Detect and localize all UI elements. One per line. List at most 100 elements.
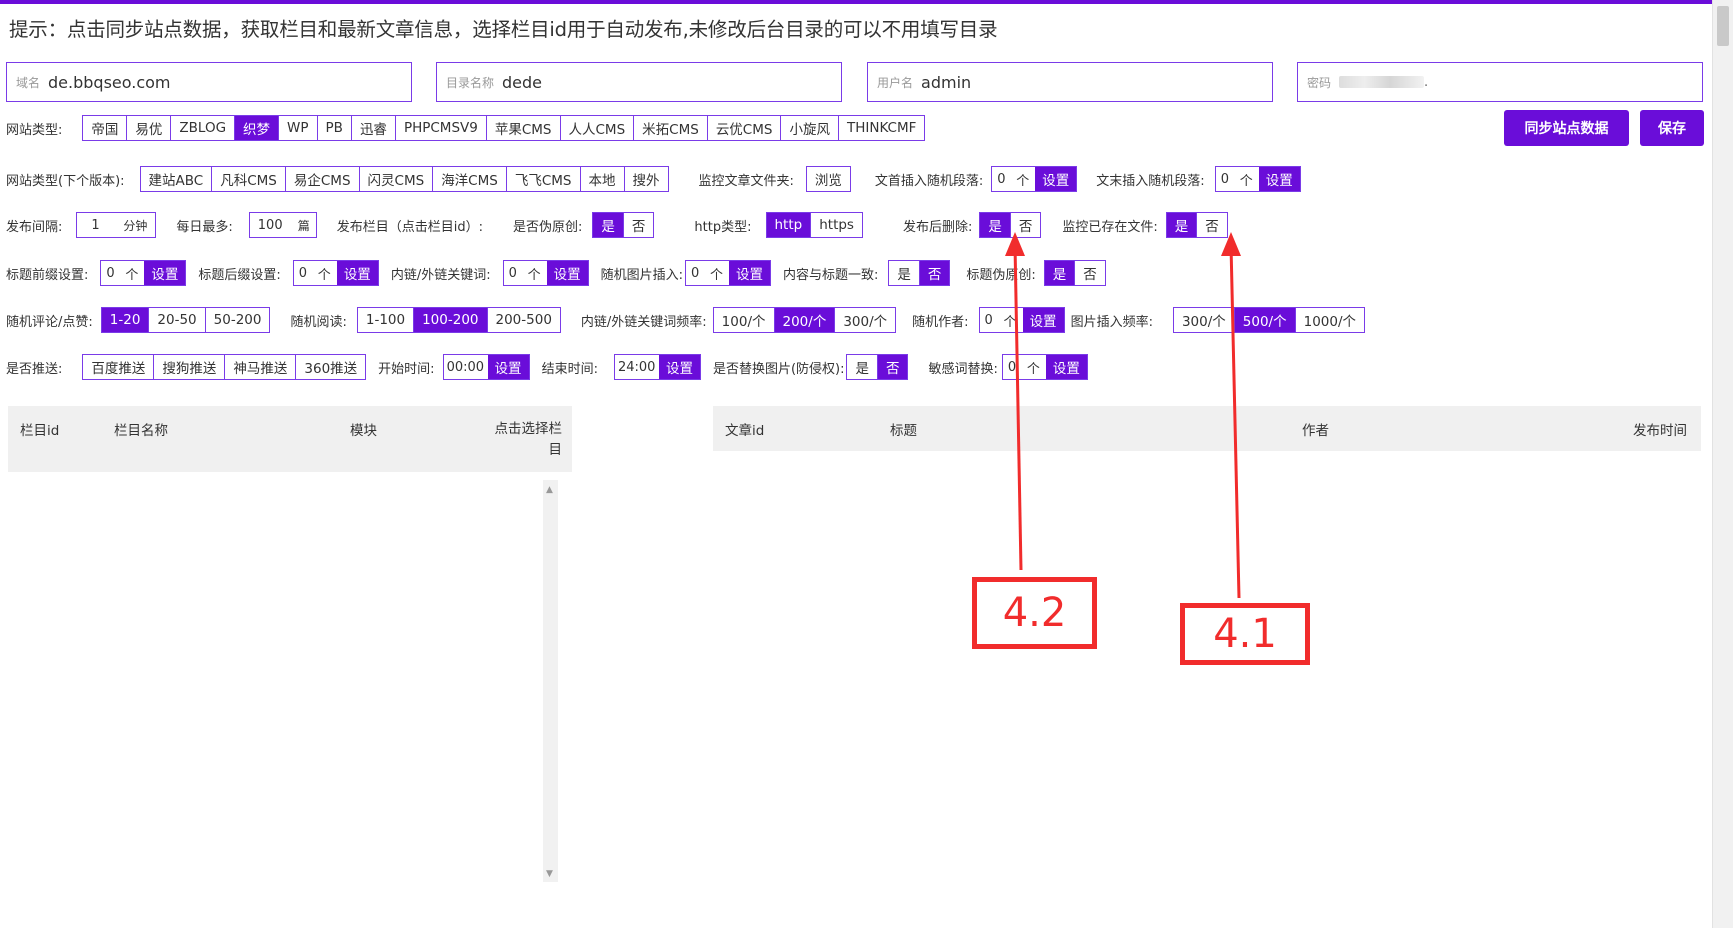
tail-insert-value[interactable]: 0	[1216, 172, 1240, 187]
title-pseudo-option-1[interactable]: 否	[1074, 261, 1105, 285]
end-time-set-button[interactable]: 设置	[658, 355, 700, 379]
site-type-next-option-4[interactable]: 海洋CMS	[432, 167, 506, 191]
scroll-up-icon[interactable]: ▲	[546, 485, 553, 495]
push-option-2[interactable]: 神马推送	[224, 355, 296, 379]
tail-insert-stepper[interactable]: 0 个设置	[1214, 166, 1301, 192]
random-img-stepper[interactable]: 0 个设置	[684, 260, 771, 286]
start-time-value[interactable]: 00:00	[444, 360, 488, 375]
site-type-next-option-6[interactable]: 本地	[579, 167, 624, 191]
site-type-option-12[interactable]: 小旋风	[780, 116, 838, 140]
push-option-1[interactable]: 搜狗推送	[153, 355, 225, 379]
monitor-existing-option-1[interactable]: 否	[1196, 213, 1227, 237]
site-type-option-3[interactable]: 织梦	[234, 116, 279, 140]
title-prefix-value[interactable]: 0	[101, 266, 125, 281]
inner-links-set-button[interactable]: 设置	[546, 261, 588, 285]
daily-max-input[interactable]: 100 篇	[248, 212, 317, 238]
site-type-option-8[interactable]: 苹果CMS	[485, 116, 560, 140]
site-type-option-5[interactable]: PB	[316, 116, 351, 140]
daily-max-value[interactable]: 100	[250, 218, 298, 233]
sensitive-value[interactable]: 0	[1003, 360, 1027, 375]
head-insert-stepper[interactable]: 0 个设置	[991, 166, 1078, 192]
replace-img-option-1[interactable]: 否	[876, 355, 908, 379]
title-suffix-set-button[interactable]: 设置	[336, 261, 378, 285]
site-type-option-2[interactable]: ZBLOG	[170, 116, 235, 140]
random-comment-option-1[interactable]: 20-50	[148, 308, 205, 332]
random-read-option-1[interactable]: 100-200	[413, 308, 487, 332]
site-type-option-10[interactable]: 米拓CMS	[633, 116, 707, 140]
tail-insert-set-button[interactable]: 设置	[1258, 167, 1300, 191]
site-type-next-option-5[interactable]: 飞飞CMS	[505, 167, 580, 191]
content-title-option-1[interactable]: 否	[918, 261, 950, 285]
site-type-option-6[interactable]: 迅睿	[350, 116, 395, 140]
head-insert-value[interactable]: 0	[992, 172, 1016, 187]
username-value[interactable]: admin	[921, 73, 971, 92]
site-type-next-option-3[interactable]: 闪灵CMS	[358, 167, 433, 191]
end-time-value[interactable]: 24:00	[615, 360, 659, 375]
dir-value[interactable]: dede	[502, 73, 542, 92]
random-author-value[interactable]: 0	[980, 313, 1004, 328]
content-title-option-0[interactable]: 是	[889, 261, 919, 285]
site-type-next-option-7[interactable]: 搜外	[623, 167, 668, 191]
dir-field[interactable]: 目录名称 dede	[436, 62, 842, 102]
random-read-option-0[interactable]: 1-100	[357, 308, 414, 332]
site-type-option-13[interactable]: THINKCMF	[837, 116, 925, 140]
site-type-option-11[interactable]: 云优CMS	[706, 116, 781, 140]
category-list[interactable]	[10, 480, 558, 882]
browse-button-label[interactable]: 浏览	[806, 167, 850, 191]
push-option-0[interactable]: 百度推送	[83, 355, 154, 379]
start-time-input[interactable]: 00:00 设置	[442, 354, 530, 380]
pseudo-original-option-1[interactable]: 否	[622, 213, 654, 237]
category-list-scrollbar[interactable]: ▲ ▼	[543, 480, 558, 882]
random-img-value[interactable]: 0	[686, 266, 710, 281]
img-freq-option-0[interactable]: 300/个	[1173, 308, 1234, 332]
site-type-next-option-1[interactable]: 凡科CMS	[211, 167, 285, 191]
domain-value[interactable]: de.bbqseo.com	[48, 73, 171, 92]
sensitive-set-button[interactable]: 设置	[1045, 355, 1087, 379]
img-freq-option-2[interactable]: 1000/个	[1294, 308, 1365, 332]
scrollbar-thumb[interactable]	[1717, 6, 1729, 46]
interval-input[interactable]: 1 分钟	[76, 212, 157, 238]
link-freq-option-0[interactable]: 100/个	[713, 308, 774, 332]
site-type-option-1[interactable]: 易优	[126, 116, 171, 140]
site-type-next-option-0[interactable]: 建站ABC	[140, 167, 212, 191]
password-field[interactable]: 密码 .	[1297, 62, 1703, 102]
site-type-option-9[interactable]: 人人CMS	[559, 116, 634, 140]
title-prefix-set-button[interactable]: 设置	[144, 261, 186, 285]
http-type-option-1[interactable]: https	[810, 213, 862, 237]
browse-button[interactable]: 浏览	[805, 166, 851, 192]
site-type-option-4[interactable]: WP	[278, 116, 317, 140]
password-mask[interactable]	[1339, 76, 1425, 88]
random-author-set-button[interactable]: 设置	[1022, 308, 1064, 332]
interval-value[interactable]: 1	[77, 218, 123, 233]
sensitive-stepper[interactable]: 0 个设置	[1001, 354, 1088, 380]
sync-button[interactable]: 同步站点数据	[1504, 110, 1629, 146]
site-type-next-option-2[interactable]: 易企CMS	[284, 167, 359, 191]
monitor-existing-option-0[interactable]: 是	[1166, 213, 1197, 237]
head-insert-set-button[interactable]: 设置	[1035, 167, 1077, 191]
random-comment-option-2[interactable]: 50-200	[204, 308, 270, 332]
title-suffix-value[interactable]: 0	[294, 266, 318, 281]
push-option-3[interactable]: 360推送	[295, 355, 366, 379]
inner-links-value[interactable]: 0	[504, 266, 528, 281]
page-scrollbar[interactable]	[1712, 0, 1733, 928]
http-type-option-0[interactable]: http	[766, 213, 811, 237]
save-button[interactable]: 保存	[1640, 110, 1704, 146]
username-field[interactable]: 用户名 admin	[867, 62, 1273, 102]
site-type-option-0[interactable]: 帝国	[83, 116, 127, 140]
title-pseudo-option-0[interactable]: 是	[1044, 261, 1075, 285]
random-comment-option-0[interactable]: 1-20	[101, 308, 149, 332]
link-freq-option-1[interactable]: 200/个	[773, 308, 835, 332]
end-time-input[interactable]: 24:00 设置	[613, 354, 701, 380]
delete-after-option-0[interactable]: 是	[980, 213, 1010, 237]
random-img-set-button[interactable]: 设置	[729, 261, 770, 285]
title-suffix-stepper[interactable]: 0 个设置	[292, 260, 379, 286]
inner-links-stepper[interactable]: 0 个设置	[502, 260, 589, 286]
random-author-stepper[interactable]: 0 个设置	[978, 307, 1065, 333]
site-type-option-7[interactable]: PHPCMSV9	[394, 116, 486, 140]
replace-img-option-0[interactable]: 是	[847, 355, 877, 379]
domain-field[interactable]: 域名 de.bbqseo.com	[6, 62, 412, 102]
start-time-set-button[interactable]: 设置	[487, 355, 529, 379]
pseudo-original-option-0[interactable]: 是	[593, 213, 623, 237]
link-freq-option-2[interactable]: 300/个	[834, 308, 896, 332]
img-freq-option-1[interactable]: 500/个	[1233, 308, 1295, 332]
